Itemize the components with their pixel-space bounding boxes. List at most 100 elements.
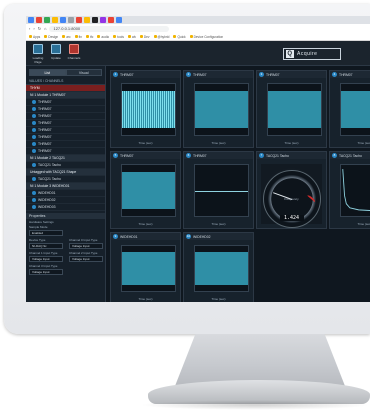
bookmark-folder-icon [29,35,32,38]
bookmark-item[interactable]: wk [127,35,136,39]
chart-panel[interactable]: 10 WIDEHD02 Time (sec) [183,232,254,302]
x-axis-label: Time (sec) [211,297,226,301]
tab-visual[interactable]: Visual [65,69,102,76]
bookmark-item[interactable]: fin [74,35,82,39]
bookmarks-bar: Apps Design arc fin tfc audio tools wk D… [26,33,370,41]
panel-title: THRM07 [339,72,353,77]
bookmark-folder-icon [97,35,101,38]
plot-area[interactable] [340,83,370,136]
tab-favicon-icon[interactable] [100,17,106,23]
chart-panel[interactable]: 9 WIDEHD01 Time (sec) [110,232,181,302]
property-select[interactable]: Voltage Input [29,269,63,275]
tree-row-label: THRM07 [38,120,52,125]
signal-trace [195,252,248,285]
bookmark-item[interactable]: @hybrid [153,35,169,39]
reload-icon[interactable]: ↻ [38,26,41,31]
monitor-bezel: ‹ › ↻ ⌂ 127.0.0.1:8000 Apps Design arc f… [4,4,370,334]
chart-panel[interactable]: 5 THRM07 Time (sec) [110,151,181,229]
x-axis-label: Time (sec) [138,297,153,301]
x-axis-label: Time (sec) [284,141,299,145]
bookmark-item[interactable]: Design [44,35,58,39]
loading-page-icon [33,44,43,54]
back-icon[interactable]: ‹ [29,26,30,31]
home-icon[interactable]: ⌂ [44,26,46,31]
update-button[interactable]: Update [48,44,64,60]
bookmark-item[interactable]: tools [113,35,124,39]
plot-area[interactable] [121,83,176,136]
bookmark-item[interactable]: Device Configuration [189,35,223,39]
tab-favicon-icon[interactable] [108,17,114,23]
property-select[interactable]: Voltage Input [69,256,103,262]
plot-area[interactable] [340,164,370,217]
bookmark-item[interactable]: Dev [139,35,150,39]
tab-favicon-icon[interactable] [84,17,90,23]
forward-icon[interactable]: › [33,26,34,31]
property-select[interactable]: NI-DAQ 9x [29,243,63,249]
tab-favicon-icon[interactable] [52,17,58,23]
plot-area[interactable] [194,245,249,292]
chart-panel[interactable]: 3 THRM07 Time (sec) [256,70,327,148]
channel-sidebar: List Visual VALUES / CHANNELS THYM NI 1 M… [26,66,106,302]
sample-mode-select[interactable]: Enabled [29,230,63,236]
tab-favicon-icon[interactable] [92,17,98,23]
bookmark-item[interactable]: arc [62,35,71,39]
tree-row-label: WIDEHD03 [38,204,56,209]
panel-header: 7 TACQ21 Tacho [257,152,326,159]
signal-trace [195,190,248,192]
tree-channel-row[interactable]: WIDEHD03 [26,204,105,211]
panel-title: THRM07 [120,153,134,158]
view-toggle: List Visual [29,69,102,76]
bookmark-item[interactable]: audio [97,35,109,39]
chart-panel[interactable]: 7 TACQ21 Tacho Frequency 1.424 [256,151,327,229]
chart-panel[interactable]: 4THRM07 Time (sec) [329,70,370,148]
property-select[interactable]: Voltage Input [69,243,103,249]
tab-list[interactable]: List [29,69,66,76]
monitor-stand-neck [175,334,345,386]
panel-title: TACQ21 Tacho [266,153,289,158]
property-select[interactable]: Voltage Input [29,256,63,262]
bookmark-item[interactable]: Apps [29,35,40,39]
panel-header: 9 WIDEHD01 [111,233,180,240]
bookmark-item[interactable]: tfc [86,35,93,39]
plot-area[interactable] [121,164,176,217]
tree-row-label: NI 1 Module 3 WIDEHD01 [30,183,70,188]
signal-trace [122,252,175,285]
tab-favicon-icon[interactable] [68,17,74,23]
signal-trace [341,91,370,128]
chart-panel[interactable]: 8TACQ21 Tacho Time (sec) [329,151,370,229]
tab-favicon-icon[interactable] [36,17,42,23]
bookmark-item[interactable]: Quick [173,35,186,39]
plot-area[interactable] [267,83,322,136]
bookmark-folder-icon [44,35,48,38]
loading-page-button[interactable]: Loading Page [30,44,46,64]
plot-area[interactable] [121,245,176,292]
chart-panel[interactable]: 1 THRM07 Time (sec) [110,70,181,148]
plot-area[interactable] [194,164,249,217]
tab-favicon-icon[interactable] [60,17,66,23]
x-axis-label: Time (sec) [357,222,370,226]
channels-button[interactable]: Channels [66,44,82,60]
bookmark-folder-icon [127,35,131,38]
panel-title: THRM07 [193,72,207,77]
tree-row-label: TACQ21 Tacho [38,162,61,167]
property-field: Channel 3 Input Type Voltage Input [26,263,66,276]
url-field[interactable]: 127.0.0.1:8000 [49,25,170,32]
signal-trace [268,91,321,128]
tab-favicon-icon[interactable] [44,17,50,23]
tab-favicon-icon[interactable] [116,17,122,23]
bookmark-folder-icon [74,35,78,38]
panel-title: TACQ21 Tacho [339,153,362,158]
tab-favicon-icon[interactable] [76,17,82,23]
channel-status-icon [32,114,36,118]
chart-panel[interactable]: 6 THRM07 Time (sec) [183,151,254,229]
plot-area[interactable] [194,83,249,136]
signal-trace [342,169,370,212]
panel-number: 4 [332,72,337,77]
tab-favicon-icon[interactable] [28,17,34,23]
panel-number: 9 [113,234,118,239]
chart-panel[interactable]: 2 THRM07 Time (sec) [183,70,254,148]
tree-row-label: THRM07 [38,134,52,139]
tree-row-label: THRM07 [38,106,52,111]
panel-header: 4 THRM07 [330,71,370,78]
tree-row-label: NI 1 Module 2 TACQ21 [30,155,65,160]
